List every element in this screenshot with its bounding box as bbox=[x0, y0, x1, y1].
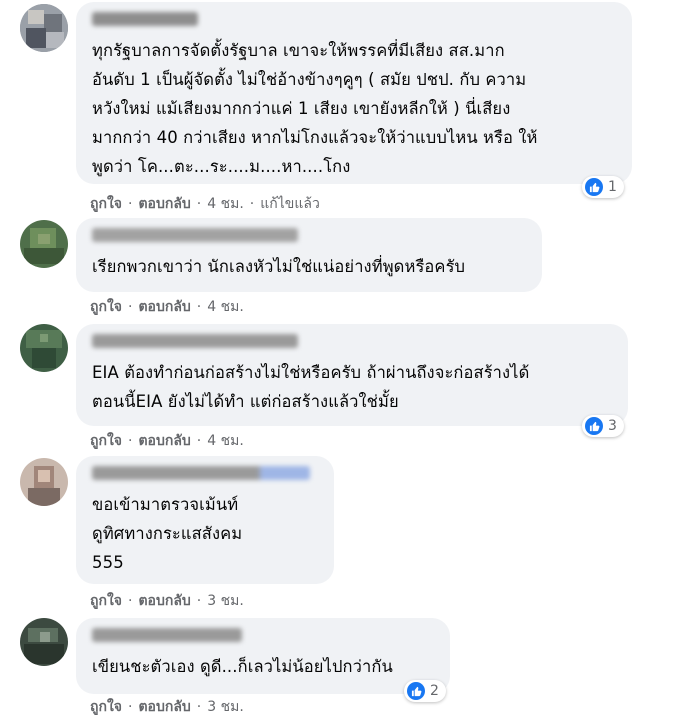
comment-actions: ถูกใจ · ตอบกลับ · 3 ชม. bbox=[90, 590, 244, 612]
like-link[interactable]: ถูกใจ bbox=[90, 433, 122, 449]
comment-bubble: เรียกพวกเขาว่า นักเลงหัวไม่ใช่แน่อย่างที… bbox=[76, 218, 542, 292]
timestamp[interactable]: 3 ชม. bbox=[207, 593, 244, 609]
author-name-blurred[interactable] bbox=[92, 466, 310, 480]
avatar-image-icon bbox=[20, 324, 68, 372]
comment-text: เขียนชะตัวเอง ดูดี...ก็เลวไม่น้อยไปกว่าก… bbox=[92, 657, 393, 676]
avatar-image-icon bbox=[20, 458, 68, 506]
comment-actions: ถูกใจ · ตอบกลับ · 4 ชม. bbox=[90, 296, 244, 318]
avatar-image-icon bbox=[20, 4, 68, 52]
avatar[interactable] bbox=[20, 458, 68, 506]
reaction-count: 2 bbox=[430, 683, 439, 699]
reply-link[interactable]: ตอบกลับ bbox=[138, 299, 190, 315]
comment-bubble: ทุกรัฐบาลการจัดตั้งรัฐบาล เขาจะให้พรรคที… bbox=[76, 2, 632, 184]
comment-actions: ถูกใจ · ตอบกลับ · 3 ชม. bbox=[90, 696, 244, 718]
reply-link[interactable]: ตอบกลับ bbox=[138, 593, 190, 609]
separator: · bbox=[196, 593, 202, 609]
timestamp[interactable]: 4 ชม. bbox=[207, 299, 244, 315]
comment-actions: ถูกใจ · ตอบกลับ · 4 ชม. · แก้ไขแล้ว bbox=[90, 193, 320, 215]
separator: · bbox=[196, 699, 202, 715]
separator: · bbox=[128, 433, 133, 449]
avatar[interactable] bbox=[20, 324, 68, 372]
reply-link[interactable]: ตอบกลับ bbox=[138, 433, 190, 449]
avatar-image-icon bbox=[20, 220, 68, 268]
like-icon bbox=[585, 417, 603, 435]
like-icon bbox=[407, 682, 425, 700]
reaction-count: 3 bbox=[608, 418, 617, 434]
separator: · bbox=[196, 299, 202, 315]
like-link[interactable]: ถูกใจ bbox=[90, 196, 122, 212]
reaction-count: 1 bbox=[608, 179, 617, 195]
comment-text: ขอเข้ามาตรวจเม้นท์ ดูทิศทางกระแสสังคม 55… bbox=[92, 495, 243, 572]
separator: · bbox=[196, 196, 202, 212]
reply-link[interactable]: ตอบกลับ bbox=[138, 699, 190, 715]
like-link[interactable]: ถูกใจ bbox=[90, 299, 122, 315]
separator: · bbox=[128, 593, 133, 609]
avatar-image-icon bbox=[20, 618, 68, 666]
separator: · bbox=[128, 299, 133, 315]
separator: · bbox=[249, 196, 255, 212]
author-name-blurred[interactable] bbox=[92, 12, 198, 26]
like-icon bbox=[585, 178, 603, 196]
comment-bubble: เขียนชะตัวเอง ดูดี...ก็เลวไม่น้อยไปกว่าก… bbox=[76, 618, 450, 694]
like-link[interactable]: ถูกใจ bbox=[90, 593, 122, 609]
comment-text: EIA ต้องทำก่อนก่อสร้างไม่ใช่หรือครับ ถ้า… bbox=[92, 363, 530, 411]
reply-link[interactable]: ตอบกลับ bbox=[138, 196, 190, 212]
timestamp[interactable]: 4 ชม. bbox=[207, 196, 244, 212]
author-name-blurred[interactable] bbox=[92, 334, 298, 348]
comment-text: เรียกพวกเขาว่า นักเลงหัวไม่ใช่แน่อย่างที… bbox=[92, 257, 466, 276]
avatar[interactable] bbox=[20, 4, 68, 52]
author-name-blurred[interactable] bbox=[92, 628, 242, 642]
comment-bubble: ขอเข้ามาตรวจเม้นท์ ดูทิศทางกระแสสังคม 55… bbox=[76, 456, 334, 584]
edited-label[interactable]: แก้ไขแล้ว bbox=[260, 196, 320, 212]
reaction-badge[interactable]: 3 bbox=[582, 415, 624, 437]
comment-text: ทุกรัฐบาลการจัดตั้งรัฐบาล เขาจะให้พรรคที… bbox=[92, 41, 538, 176]
separator: · bbox=[128, 196, 133, 212]
author-name-blurred[interactable] bbox=[92, 228, 298, 242]
separator: · bbox=[196, 433, 202, 449]
timestamp[interactable]: 4 ชม. bbox=[207, 433, 244, 449]
comment-bubble: EIA ต้องทำก่อนก่อสร้างไม่ใช่หรือครับ ถ้า… bbox=[76, 324, 628, 426]
reaction-badge[interactable]: 1 bbox=[582, 176, 624, 198]
timestamp[interactable]: 3 ชม. bbox=[207, 699, 244, 715]
reaction-badge[interactable]: 2 bbox=[404, 680, 446, 702]
avatar[interactable] bbox=[20, 618, 68, 666]
separator: · bbox=[128, 699, 133, 715]
comment-actions: ถูกใจ · ตอบกลับ · 4 ชม. bbox=[90, 430, 244, 452]
avatar[interactable] bbox=[20, 220, 68, 268]
like-link[interactable]: ถูกใจ bbox=[90, 699, 122, 715]
